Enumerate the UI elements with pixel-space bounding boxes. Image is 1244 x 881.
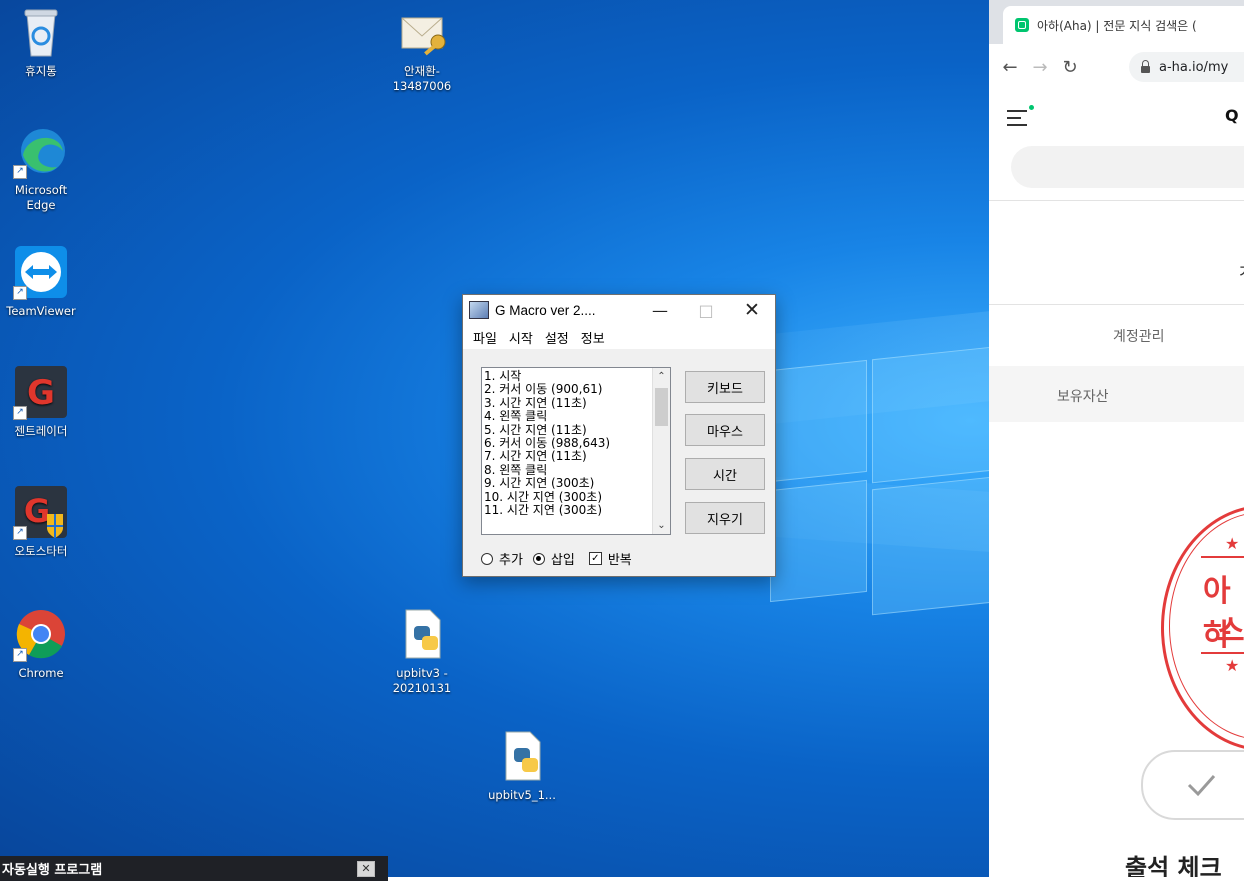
back-arrow-icon[interactable]: ← [995, 57, 1025, 78]
list-item[interactable]: 5. 시간 지연 (11초) [484, 423, 652, 437]
chevron-down-icon[interactable]: ⌄ [653, 517, 670, 534]
insert-radio[interactable] [532, 552, 545, 565]
chrome-icon: ↗ [13, 606, 69, 662]
repeat-checkbox-label: 반복 [607, 553, 632, 568]
desktop-icon-autostarter[interactable]: G ↗ 오토스타터 [1, 484, 81, 559]
repeat-checkbox[interactable]: ✓ [588, 552, 602, 565]
macro-step-list[interactable]: 1. 시작 2. 커서 이동 (900,61) 3. 시간 지연 (11초) 4… [481, 367, 671, 535]
desktop-icon-mail-key[interactable]: 안재환- 13487006 [382, 4, 462, 94]
edge-icon: ↗ [13, 123, 69, 179]
stamp-text: 스 [1217, 614, 1244, 649]
list-item[interactable]: 1. 시작 [484, 369, 652, 383]
tab-title: 아하(Aha) | 전문 지식 검색은 ( [1037, 18, 1197, 33]
reload-icon[interactable]: ↻ [1055, 57, 1085, 78]
checkin-title: 출석 체크 [1125, 854, 1222, 877]
stamp-line [1201, 556, 1244, 558]
divider [989, 200, 1244, 201]
gmacro-menubar: 파일 시작 설정 정보 [463, 325, 775, 349]
search-icon[interactable]: Q [1225, 106, 1239, 125]
icon-label: 안재환- 13487006 [392, 64, 452, 93]
minimize-icon[interactable]: — [637, 295, 683, 325]
gmacro-titlebar[interactable]: G Macro ver 2.... — □ ✕ [463, 295, 775, 325]
browser-window[interactable]: 아하(Aha) | 전문 지식 검색은 ( ← → ↻ a-ha.io/my Q… [989, 0, 1244, 877]
menu-file[interactable]: 파일 [467, 328, 503, 347]
list-scrollbar[interactable]: ⌃ ⌄ [652, 368, 670, 534]
forward-arrow-icon[interactable]: → [1025, 57, 1055, 78]
desktop-icon-teamviewer[interactable]: ↗ TeamViewer [1, 244, 81, 319]
check-icon [1187, 775, 1216, 797]
maximize-icon: □ [698, 300, 714, 320]
browser-tab-bar: 아하(Aha) | 전문 지식 검색은 ( [989, 0, 1244, 44]
add-radio-label: 추가 [499, 553, 523, 568]
chevron-up-icon[interactable]: ⌃ [653, 368, 670, 385]
star-icon: ★ [1225, 534, 1240, 553]
list-item[interactable]: 2. 커서 이동 (900,61) [484, 382, 652, 396]
lock-icon [1141, 59, 1150, 73]
autorun-notification[interactable]: 자동실행 프로그램 ✕ [0, 856, 388, 881]
address-bar[interactable]: a-ha.io/my [1129, 52, 1244, 82]
desktop-icon-gtrader[interactable]: G ↗ 젠트레이더 [1, 364, 81, 439]
icon-label: Microsoft Edge [14, 183, 68, 212]
icon-label: 오토스타터 [14, 544, 68, 558]
icon-label: 휴지통 [25, 64, 57, 78]
list-item[interactable]: 8. 왼쪽 클릭 [484, 463, 652, 477]
svg-text:G: G [24, 492, 50, 530]
list-item[interactable]: 4. 왼쪽 클릭 [484, 409, 652, 423]
checkin-button[interactable] [1141, 750, 1244, 820]
list-item[interactable]: 7. 시간 지연 (11초) [484, 450, 652, 464]
icon-label: upbitv3 - 20210131 [392, 666, 452, 695]
list-item[interactable]: 3. 시간 지연 (11초) [484, 396, 652, 410]
notification-text: 자동실행 프로그램 [2, 863, 103, 878]
g-autostarter-icon: G ↗ [13, 484, 69, 540]
menu-start[interactable]: 시작 [503, 328, 539, 347]
gmacro-window[interactable]: G Macro ver 2.... — □ ✕ 파일 시작 설정 정보 1. 시… [462, 294, 776, 577]
close-icon[interactable]: ✕ [729, 295, 775, 325]
aha-favicon-icon [1015, 18, 1029, 32]
svg-text:G: G [27, 373, 55, 413]
star-icon: ★ [1225, 656, 1240, 675]
browser-tab[interactable]: 아하(Aha) | 전문 지식 검색은 ( [1003, 6, 1244, 44]
account-menu-tab[interactable]: 계정관리 [1113, 326, 1165, 346]
gmacro-app-icon [469, 301, 489, 319]
gmacro-options: 추가 삽입 ✓ 반복 [481, 549, 632, 568]
desktop-icon-recycle-bin[interactable]: 휴지통 [1, 4, 81, 79]
recycle-bin-icon [13, 4, 69, 60]
python-file-icon [494, 728, 550, 784]
list-item[interactable]: 10. 시간 지연 (300초) [484, 490, 652, 504]
divider [989, 304, 1244, 305]
list-item[interactable]: 11. 시간 지연 (300초) [484, 503, 652, 517]
page-heading-fragment: ㅈ [1237, 258, 1244, 284]
insert-radio-label: 삽입 [550, 553, 575, 568]
keyboard-button[interactable]: 키보드 [685, 371, 765, 403]
g-trader-icon: G ↗ [13, 364, 69, 420]
icon-label: TeamViewer [6, 304, 76, 318]
mail-key-icon [394, 4, 450, 60]
url-text: a-ha.io/my [1159, 59, 1229, 75]
search-input[interactable] [1011, 146, 1244, 188]
gmacro-title: G Macro ver 2.... [495, 302, 596, 318]
python-file-icon [394, 606, 450, 662]
add-radio[interactable] [481, 552, 493, 565]
desktop-icon-upbitv3[interactable]: upbitv3 - 20210131 [382, 606, 462, 696]
mouse-button[interactable]: 마우스 [685, 414, 765, 446]
hamburger-menu-icon[interactable] [1007, 105, 1034, 126]
scrollbar-thumb[interactable] [655, 388, 668, 426]
list-item[interactable]: 6. 커서 이동 (988,643) [484, 436, 652, 450]
desktop-icon-edge[interactable]: ↗ Microsoft Edge [1, 123, 81, 213]
icon-label: 젠트레이더 [14, 424, 68, 438]
menu-settings[interactable]: 설정 [539, 328, 575, 347]
menu-info[interactable]: 정보 [575, 328, 611, 347]
close-icon[interactable]: ✕ [357, 861, 375, 877]
desktop-icon-chrome[interactable]: ↗ Chrome [1, 606, 81, 681]
icon-label: Chrome [18, 666, 64, 680]
desktop-icon-upbitv5[interactable]: upbitv5_1... [482, 728, 562, 803]
time-button[interactable]: 시간 [685, 458, 765, 490]
icon-label: upbitv5_1... [488, 788, 556, 802]
erase-button[interactable]: 지우기 [685, 502, 765, 534]
holdings-label[interactable]: 보유자산 [1057, 386, 1109, 406]
windows-logo [770, 345, 1000, 625]
holdings-row[interactable] [989, 366, 1244, 422]
list-item[interactable]: 9. 시간 지연 (300초) [484, 476, 652, 490]
teamviewer-icon: ↗ [13, 244, 69, 300]
